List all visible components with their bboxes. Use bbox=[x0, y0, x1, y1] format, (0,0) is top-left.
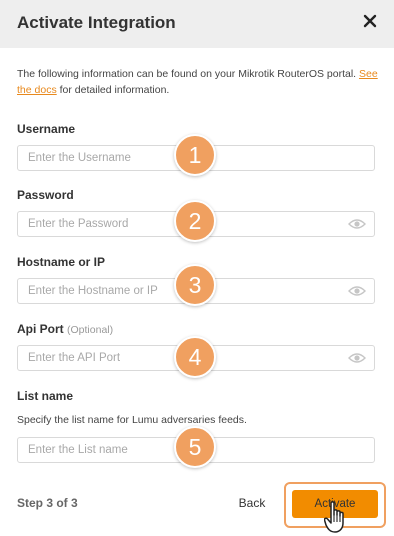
step-badge-1: 1 bbox=[174, 134, 216, 176]
close-icon[interactable] bbox=[363, 14, 377, 28]
step-badge-4: 4 bbox=[174, 336, 216, 378]
hostname-label: Hostname or IP bbox=[17, 255, 106, 269]
list-name-helper-text: Specify the list name for Lumu adversari… bbox=[17, 414, 247, 426]
api-port-label-text: Api Port bbox=[17, 322, 64, 336]
optional-tag: (Optional) bbox=[67, 324, 114, 336]
hand-cursor-icon bbox=[324, 501, 344, 533]
step-indicator: Step 3 of 3 bbox=[17, 496, 78, 510]
intro-text-after: for detailed information. bbox=[59, 84, 170, 96]
eye-icon[interactable] bbox=[348, 285, 366, 297]
step-badge-5: 5 bbox=[174, 426, 216, 468]
back-button[interactable]: Back bbox=[229, 490, 275, 516]
dialog-header: Activate Integration bbox=[0, 0, 394, 48]
eye-icon[interactable] bbox=[348, 352, 366, 364]
password-label: Password bbox=[17, 188, 74, 202]
step-badge-3: 3 bbox=[174, 264, 216, 306]
list-name-label: List name bbox=[17, 389, 74, 403]
username-label: Username bbox=[17, 122, 76, 136]
step-badge-2: 2 bbox=[174, 200, 216, 242]
dialog-title: Activate Integration bbox=[17, 13, 176, 32]
eye-icon[interactable] bbox=[348, 218, 366, 230]
api-port-label: Api Port (Optional) bbox=[17, 322, 113, 336]
intro-text-before: The following information can be found o… bbox=[17, 68, 357, 80]
intro-text: The following information can be found o… bbox=[17, 66, 379, 98]
